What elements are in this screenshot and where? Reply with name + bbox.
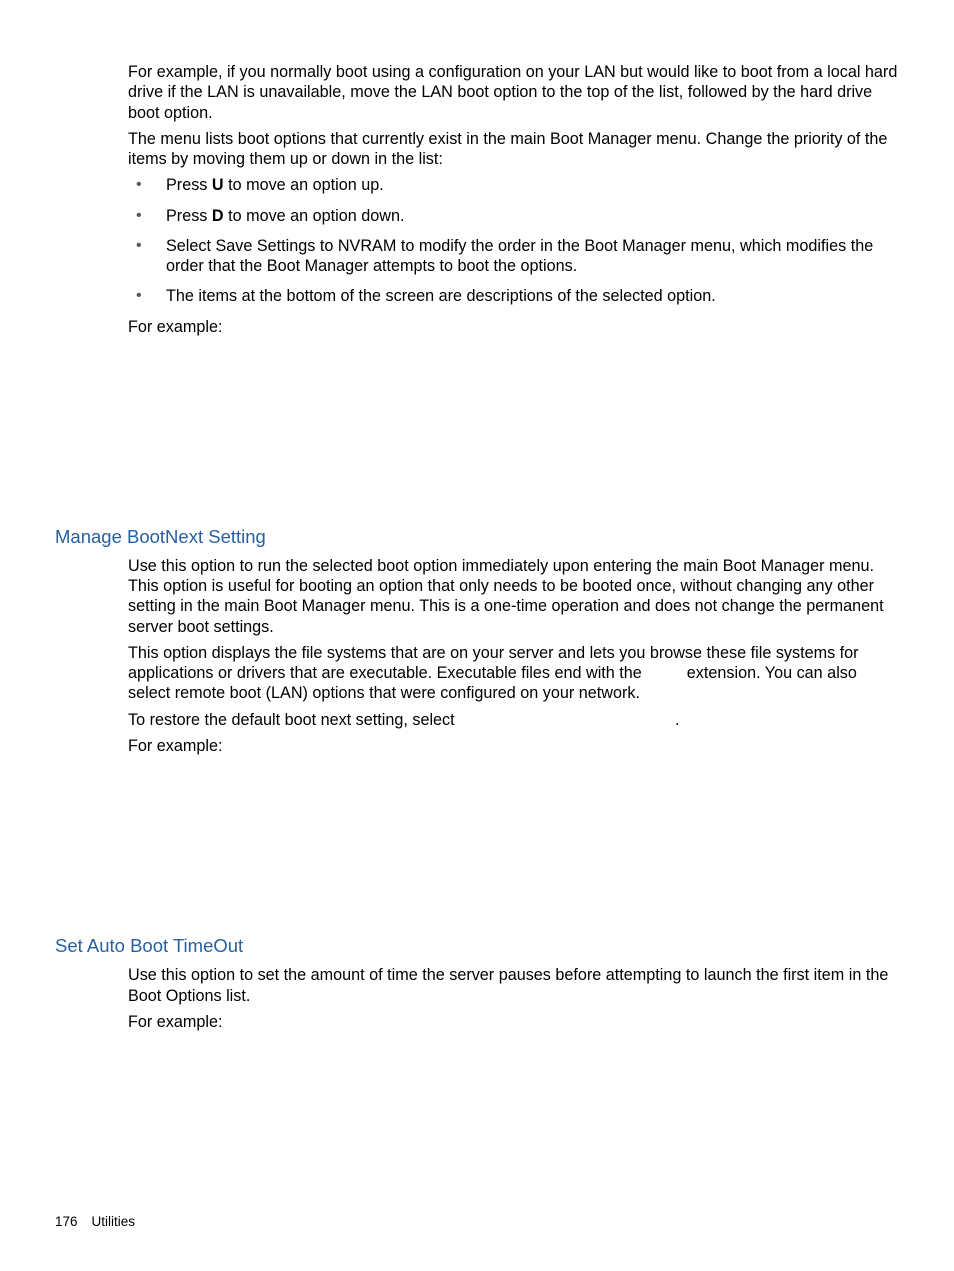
section2-body: Use this option to set the amount of tim… [128, 965, 899, 1032]
section2-para-1: Use this option to set the amount of tim… [128, 965, 899, 1006]
key-u: U [212, 176, 224, 194]
bullet-item: Select Save Settings to NVRAM to modify … [128, 236, 899, 277]
section1-body: Use this option to run the selected boot… [128, 556, 899, 756]
bullet-item: Press D to move an option down. [128, 206, 899, 226]
bullet-item: Press U to move an option up. [128, 175, 899, 195]
section1-para-2: This option displays the file systems th… [128, 643, 899, 704]
section1-para-3: To restore the default boot next setting… [128, 710, 899, 730]
section1-p3b: . [675, 711, 680, 729]
intro-para-1: For example, if you normally boot using … [128, 62, 899, 123]
section1-p3a: To restore the default boot next setting… [128, 711, 459, 729]
bullet-text-prefix: Press [166, 176, 212, 194]
section1-para-1: Use this option to run the selected boot… [128, 556, 899, 637]
page: For example, if you normally boot using … [0, 0, 954, 1271]
bullet-text-suffix: to move an option up. [224, 176, 384, 194]
example-placeholder-1 [55, 343, 899, 525]
heading-set-auto-boot-timeout: Set Auto Boot TimeOut [55, 934, 899, 957]
intro-para-2: The menu lists boot options that current… [128, 129, 899, 170]
bullet-item: The items at the bottom of the screen ar… [128, 286, 899, 306]
intro-block: For example, if you normally boot using … [128, 62, 899, 337]
bullet-text: Select Save Settings to NVRAM to modify … [166, 237, 873, 275]
intro-bullets: Press U to move an option up. Press D to… [128, 175, 899, 306]
bullet-text: The items at the bottom of the screen ar… [166, 287, 716, 305]
section1-para-4: For example: [128, 736, 899, 756]
section2-para-2: For example: [128, 1012, 899, 1032]
page-number: 176 [55, 1214, 78, 1229]
key-d: D [212, 207, 224, 225]
example-placeholder-2 [55, 762, 899, 934]
bullet-text-prefix: Press [166, 207, 212, 225]
footer-title: Utilities [92, 1214, 136, 1229]
heading-manage-bootnext: Manage BootNext Setting [55, 525, 899, 548]
intro-para-3: For example: [128, 317, 899, 337]
page-footer: 176 Utilities [55, 1214, 135, 1231]
bullet-text-suffix: to move an option down. [224, 207, 405, 225]
